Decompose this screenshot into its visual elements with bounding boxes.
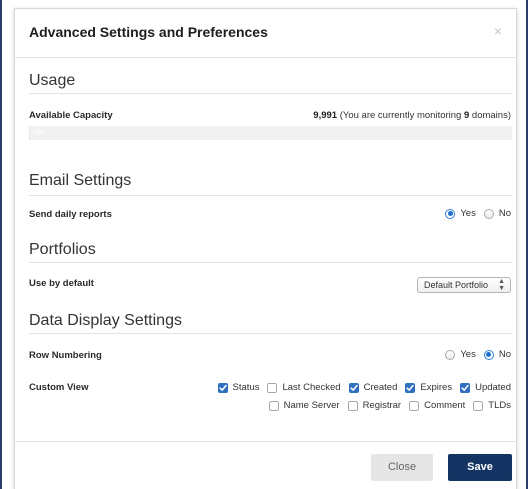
capacity-value: 9,991 xyxy=(313,110,338,121)
capacity-text-before: (You are currently monitoring xyxy=(339,110,462,121)
email-section-title: Email Settings xyxy=(29,172,132,189)
row-numbering-label: Row Numbering xyxy=(29,350,102,361)
dialog-header: Advanced Settings and Preferences × xyxy=(15,9,516,58)
daily-reports-options: Yes No xyxy=(445,208,511,219)
column-option-status[interactable]: Status xyxy=(217,382,260,393)
column-option-tlds[interactable]: TLDs xyxy=(473,400,511,411)
default-portfolio-select[interactable]: Default Portfolio ▲ ▼ xyxy=(416,277,511,293)
column-label-updated: Updated xyxy=(475,382,511,393)
column-option-expires[interactable]: Expires xyxy=(405,382,452,393)
default-portfolio-value: Default Portfolio xyxy=(423,280,488,290)
column-label-name-server: Name Server xyxy=(283,400,340,411)
column-checkbox-tlds[interactable] xyxy=(473,400,484,411)
use-by-default-label: Use by default xyxy=(29,278,94,289)
capacity-text-after: domains) xyxy=(471,110,511,121)
column-option-last-checked[interactable]: Last Checked xyxy=(267,382,341,393)
row-numbering-yes-label: Yes xyxy=(460,349,476,360)
checkmark-icon xyxy=(461,384,469,391)
available-capacity-label: Available Capacity xyxy=(29,110,113,121)
checkmark-icon xyxy=(218,384,227,391)
monitored-count: 9 xyxy=(463,110,470,121)
settings-dialog: Advanced Settings and Preferences × Usag… xyxy=(14,8,517,489)
capacity-progress-bar: 0% xyxy=(29,126,512,140)
row-numbering-yes-option[interactable]: Yes xyxy=(445,349,476,360)
column-checkbox-last-checked[interactable] xyxy=(267,382,278,393)
column-option-created[interactable]: Created xyxy=(348,382,398,393)
email-divider xyxy=(29,195,512,196)
checkmark-icon xyxy=(406,384,415,391)
select-arrows-icon: ▲ ▼ xyxy=(498,278,505,292)
daily-reports-yes-label: Yes xyxy=(460,208,476,219)
column-checkbox-expires[interactable] xyxy=(405,382,416,393)
backdrop-edge-left xyxy=(0,0,2,489)
row-numbering-no-radio[interactable] xyxy=(483,349,494,360)
capacity-progress-text: 0% xyxy=(33,128,45,137)
capacity-summary: 9,991 (You are currently monitoring 9 do… xyxy=(313,110,511,121)
column-label-created: Created xyxy=(363,382,398,393)
portfolios-divider xyxy=(29,262,512,263)
usage-divider xyxy=(29,93,512,94)
column-checkbox-status[interactable] xyxy=(217,382,228,393)
column-checkbox-registrar[interactable] xyxy=(347,400,358,411)
row-numbering-no-label: No xyxy=(498,349,511,360)
row-numbering-yes-radio[interactable] xyxy=(445,349,456,360)
close-icon[interactable]: × xyxy=(494,23,502,39)
column-label-status: Status xyxy=(232,382,260,393)
display-divider xyxy=(29,333,512,334)
column-label-last-checked: Last Checked xyxy=(282,382,341,393)
custom-view-columns-row2: Name Server Registrar Comment TLDs xyxy=(268,400,511,411)
checkmark-icon xyxy=(349,384,358,391)
usage-section-title: Usage xyxy=(29,72,76,89)
column-checkbox-updated[interactable] xyxy=(460,382,471,393)
daily-reports-no-radio[interactable] xyxy=(483,208,494,219)
column-option-name-server[interactable]: Name Server xyxy=(268,400,340,411)
column-label-tlds: TLDs xyxy=(488,400,511,411)
column-label-registrar: Registrar xyxy=(362,400,402,411)
page-backdrop: Advanced Settings and Preferences × Usag… xyxy=(0,0,528,489)
column-label-expires: Expires xyxy=(420,382,453,393)
daily-reports-no-label: No xyxy=(498,208,511,219)
column-checkbox-name-server[interactable] xyxy=(268,400,279,411)
display-section-title: Data Display Settings xyxy=(29,312,182,329)
row-numbering-options: Yes No xyxy=(445,349,511,360)
close-button[interactable]: Close xyxy=(371,454,433,481)
column-checkbox-created[interactable] xyxy=(348,382,359,393)
daily-reports-yes-option[interactable]: Yes xyxy=(445,208,476,219)
daily-reports-label: Send daily reports xyxy=(29,209,112,220)
custom-view-columns-row1: Status Last Checked Created Expires Updated xyxy=(217,382,511,393)
column-label-comment: Comment xyxy=(424,400,466,411)
row-numbering-no-option[interactable]: No xyxy=(483,349,511,360)
custom-view-label: Custom View xyxy=(29,382,89,393)
portfolios-section-title: Portfolios xyxy=(29,241,96,258)
column-option-updated[interactable]: Updated xyxy=(460,382,511,393)
save-button[interactable]: Save xyxy=(448,454,512,481)
dialog-title: Advanced Settings and Preferences xyxy=(29,24,268,40)
daily-reports-no-option[interactable]: No xyxy=(483,208,511,219)
column-option-registrar[interactable]: Registrar xyxy=(347,400,402,411)
daily-reports-yes-radio[interactable] xyxy=(445,208,456,219)
column-option-comment[interactable]: Comment xyxy=(409,400,465,411)
footer-divider xyxy=(15,441,516,442)
column-checkbox-comment[interactable] xyxy=(409,400,420,411)
